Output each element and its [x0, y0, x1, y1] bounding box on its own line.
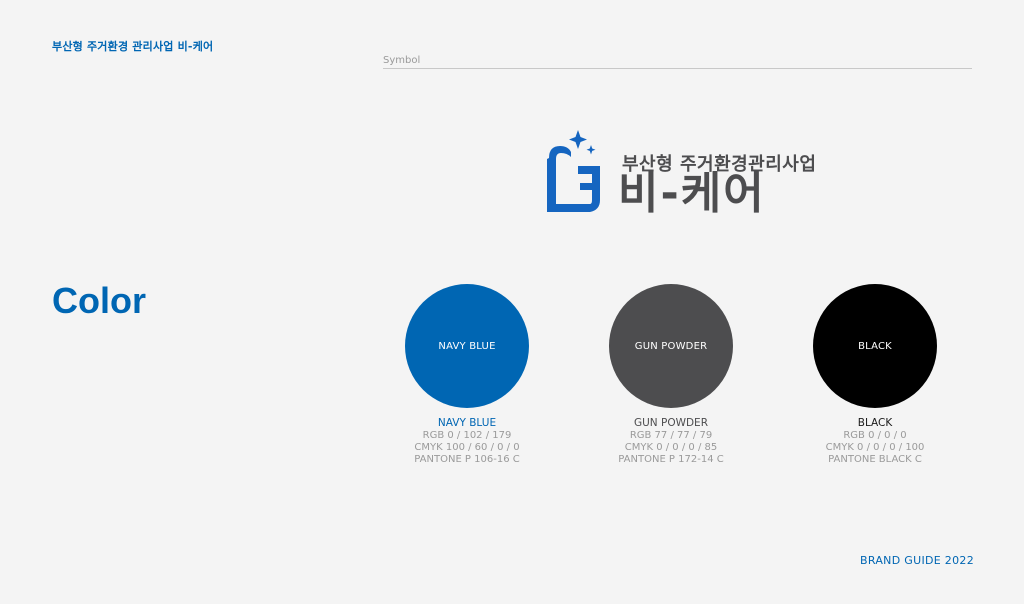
swatch-label: GUN POWDER [634, 340, 708, 352]
swatch-name: NAVY BLUE [437, 417, 497, 429]
section-label: Symbol [383, 55, 421, 66]
swatch-rgb: RGB 0 / 0 / 0 [843, 430, 907, 441]
swatch-label: NAVY BLUE [438, 340, 496, 352]
color-swatch-gun-powder: GUN POWDER [609, 284, 733, 408]
swatch-label: BLACK [858, 340, 892, 352]
color-section-heading: Color [52, 280, 146, 321]
footer-brand-guide: BRAND GUIDE 2022 [860, 554, 974, 567]
swatch-rgb: RGB 77 / 77 / 79 [629, 430, 713, 441]
swatch-info-gun-powder: GUN POWDER RGB 77 / 77 / 79 CMYK 0 / 0 /… [571, 417, 771, 466]
swatch-info-navy-blue: NAVY BLUE RGB 0 / 102 / 179 CMYK 100 / 6… [367, 417, 567, 466]
color-swatch-navy-blue: NAVY BLUE [405, 284, 529, 408]
brand-title: 부산형 주거환경 관리사업 비-케어 [52, 40, 214, 53]
swatch-rgb: RGB 0 / 102 / 179 [422, 430, 512, 441]
swatch-cmyk: CMYK 0 / 0 / 0 / 85 [624, 442, 718, 453]
swatch-name: BLACK [857, 417, 893, 429]
swatch-name: GUN POWDER [633, 417, 708, 429]
swatch-pantone: PANTONE P 172-14 C [618, 454, 724, 465]
house-sparkle-logo-icon [547, 130, 600, 212]
swatch-info-black: BLACK RGB 0 / 0 / 0 CMYK 0 / 0 / 0 / 100… [775, 417, 975, 466]
swatch-cmyk: CMYK 100 / 60 / 0 / 0 [414, 442, 520, 453]
swatch-cmyk: CMYK 0 / 0 / 0 / 100 [825, 442, 925, 453]
logo-wordmark: 비-케어 [618, 168, 766, 219]
swatch-pantone: PANTONE BLACK C [828, 454, 922, 465]
section-divider [383, 68, 972, 69]
swatch-pantone: PANTONE P 106-16 C [414, 454, 520, 465]
color-swatch-black: BLACK [813, 284, 937, 408]
brand-logo: 부산형 주거환경관리사업 비-케어 [540, 128, 820, 223]
